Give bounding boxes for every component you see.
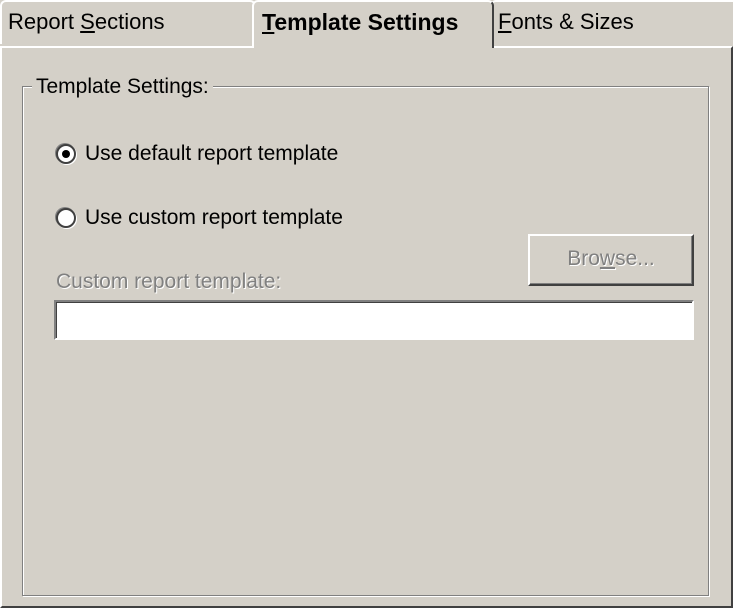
tab-label: emplate Settings — [274, 9, 459, 35]
radio-dot — [62, 150, 70, 158]
browse-accel: w — [599, 247, 616, 270]
custom-template-input[interactable] — [54, 300, 694, 340]
tab-accel: S — [80, 9, 95, 34]
browse-label: se... — [615, 247, 655, 270]
browse-button[interactable]: Browse... — [528, 234, 694, 286]
radio-unchecked-icon — [56, 208, 76, 228]
default-template-label: Use default report template — [85, 142, 339, 165]
default-template-radio[interactable]: Use default report template — [56, 142, 338, 166]
groupbox-title: Template Settings: — [32, 74, 213, 100]
tab-accel: T — [262, 9, 275, 35]
tab-fonts-sizes[interactable]: Fonts & Sizes — [490, 0, 733, 44]
custom-template-radio-label: Use custom report template — [85, 206, 343, 229]
tab-label: onts & Sizes — [511, 9, 634, 34]
tab-strip: Report Sections Fonts & Sizes Template S… — [0, 0, 733, 48]
tab-label: ections — [94, 9, 165, 34]
tab-report-sections[interactable]: Report Sections — [0, 0, 256, 44]
browse-label: Bro — [567, 247, 600, 270]
tab-template-settings[interactable]: Template Settings — [252, 0, 494, 48]
custom-template-radio[interactable]: Use custom report template — [56, 206, 343, 230]
tab-label: Report — [8, 9, 81, 34]
custom-template-field-label: Custom report template: — [56, 270, 282, 293]
radio-checked-icon — [56, 144, 76, 164]
tab-accel: F — [498, 9, 512, 34]
